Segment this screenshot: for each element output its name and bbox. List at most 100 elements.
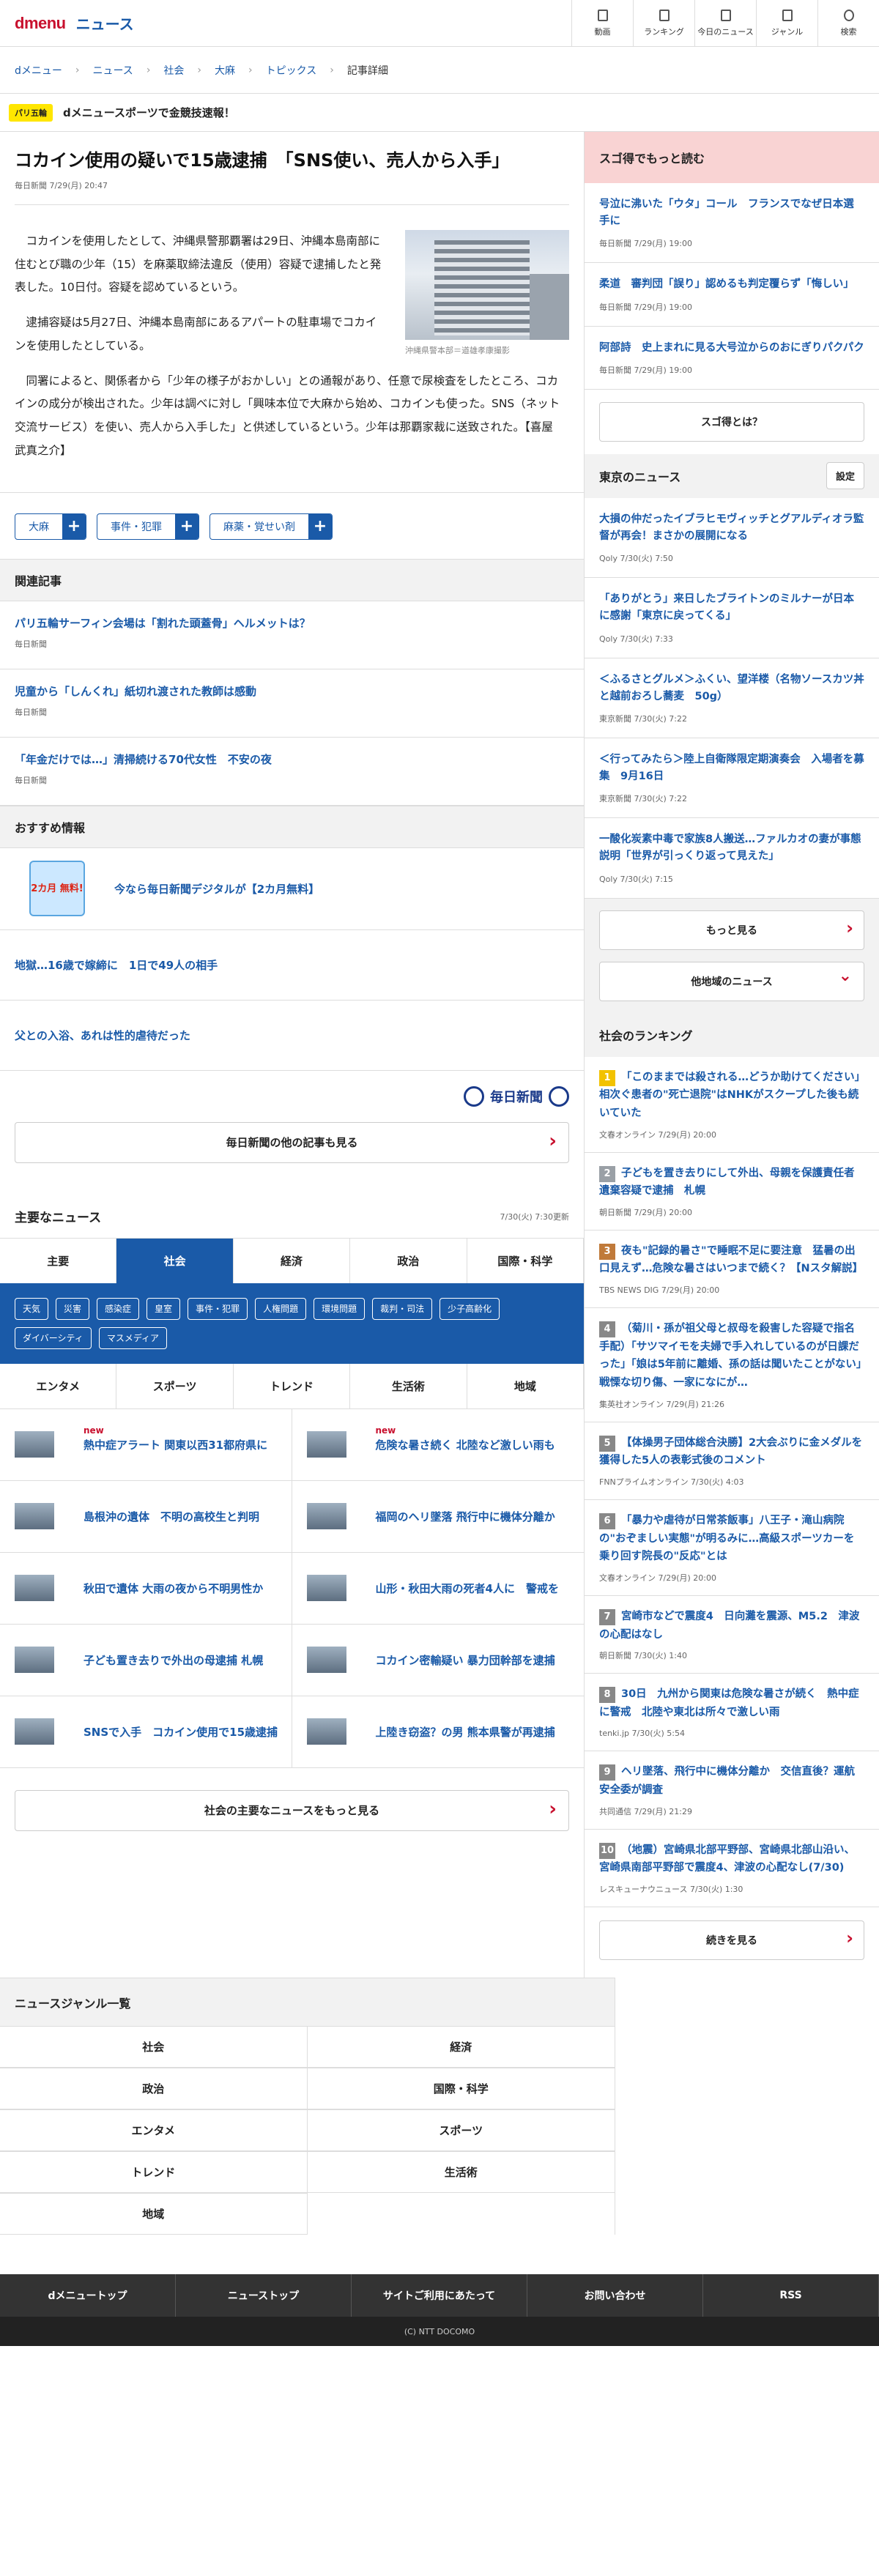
news-grid-item[interactable]: コカイン密輸疑い 暴力団幹部を逮捕 [292,1625,584,1696]
genre-item[interactable]: 生活術 [307,2151,615,2193]
recommend-link[interactable]: 今なら毎日新聞デジタルが【2カ月無料】 [114,881,319,897]
ranking-link[interactable]: （菊川・孫が祖父母と叔母を殺害した容疑で指名手配）「サツマイモを夫婦で手入れして… [599,1323,861,1389]
local-news-item[interactable]: 一酸化炭素中毒で家族8人搬送…ファルカオの妻が事態説明「世界が引っくり返って見え… [585,818,879,899]
news-grid-item[interactable]: new 危険な暑さ続く 北陸など激しい雨も [292,1409,584,1481]
news-grid-item[interactable]: 上陸き窃盗？の男 熊本県警が再逮捕 [292,1696,584,1768]
local-more-button[interactable]: もっと見る [599,910,864,950]
subtag[interactable]: 感染症 [97,1297,140,1320]
news-grid-item[interactable]: SNSで入手 コカイン使用で15歳逮捕 [0,1696,292,1768]
news-thumbnail[interactable] [15,1575,54,1602]
genre-item[interactable]: 社会 [0,2026,308,2068]
recommend-item[interactable]: 父との入浴、あれは性的虐待だった [0,1001,584,1071]
society-more-button[interactable]: 社会の主要なニュースをもっと見る [15,1789,569,1831]
nav-ranking[interactable]: ランキング [633,0,694,47]
sugotoku-link[interactable]: 柔道 審判団「誤り」認めるも判定覆らず「悔しい」 [599,278,854,290]
news-grid-item[interactable]: 島根沖の遺体 不明の高校生と判明 [0,1480,292,1553]
news-link[interactable]: 秋田で遺体 大雨の夜から不明男性か [84,1581,263,1596]
tab-region[interactable]: 地域 [467,1363,585,1408]
tab-politics[interactable]: 政治 [350,1238,467,1283]
related-item[interactable]: 「年金だけでは…」清掃続ける70代女性 不安の夜 毎日新聞 [0,738,584,806]
tab-intl[interactable]: 国際・科学 [467,1238,585,1283]
plus-icon[interactable]: + [62,513,86,539]
local-news-link[interactable]: ＜ふるさとグルメ＞ふくい、望洋楼（名物ソースカツ丼と越前おろし蕎麦 50g） [599,674,864,702]
subtag[interactable]: 少子高齢化 [440,1297,500,1320]
news-thumbnail[interactable] [306,1647,346,1674]
subtag[interactable]: 人権問題 [255,1297,307,1320]
tab-entame[interactable]: エンタメ [0,1363,117,1408]
news-thumbnail[interactable] [15,1431,54,1458]
news-grid-item[interactable]: new 熱中症アラート 関東以西31都府県に [0,1408,292,1481]
local-news-link[interactable]: ＜行ってみたら＞陸上自衛隊限定期演奏会 入場者を募集 9月16日 [599,754,864,782]
ranking-link[interactable]: 「このままでは殺される…どうか助けてください」相次ぐ患者の"死亡退院"はNHKが… [599,1072,860,1119]
nav-today[interactable]: 今日のニュース [694,0,756,47]
subtag[interactable]: 皇室 [146,1297,181,1320]
ranking-item[interactable]: 8 30日 九州から関東は危険な暑さが続く 熱中症に警戒 北陸や東北は所々で激しい… [585,1674,879,1752]
tab-main[interactable]: 主要 [0,1238,117,1283]
footer-link[interactable]: ニューストップ [176,2274,352,2317]
sugotoku-item[interactable]: 柔道 審判団「誤り」認めるも判定覆らず「悔しい」 毎日新聞 7/29(月) 19:… [585,263,879,327]
flash-text[interactable]: dメニュースポーツで金競技速報！ [63,105,235,120]
subtag[interactable]: 裁判・司法 [372,1297,433,1320]
subtag[interactable]: 災害 [56,1297,90,1320]
photo-image[interactable] [405,229,569,340]
news-link[interactable]: コカイン密輸疑い 暴力団幹部を逮捕 [376,1652,555,1668]
ranking-item[interactable]: 5 【体操男子団体総合決勝】2大会ぶりに金メダルを獲得した5人の表彰式後のコメント… [585,1422,879,1500]
news-thumbnail[interactable] [306,1718,346,1745]
nav-genre[interactable]: ジャンル [756,0,817,47]
local-setting-button[interactable]: 設定 [826,462,864,490]
ranking-link[interactable]: ヘリ墜落、飛行中に機体分離か 交信直後？運航安全委が調査 [599,1766,855,1796]
sugotoku-item[interactable]: 号泣に沸いた「ウタ」コール フランスでなぜ日本選手に 毎日新聞 7/29(月) 1… [585,183,879,264]
genre-item[interactable]: 国際・科学 [307,2068,615,2109]
plus-icon[interactable]: + [175,513,199,539]
news-thumbnail[interactable] [15,1718,54,1745]
dmenu-logo[interactable]: dmenu [15,14,66,33]
breadcrumb-dmenu[interactable]: dメニュー [15,63,62,78]
footer-link[interactable]: dメニュートップ [0,2274,176,2317]
local-news-item[interactable]: 「ありがとう」来日したブライトンのミルナーが日本に感謝「東京に戻ってくる」 Qol… [585,578,879,658]
news-link[interactable]: 島根沖の遺体 不明の高校生と判明 [84,1509,259,1524]
ranking-item[interactable]: 7 宮崎市などで震度4 日向灘を震源、M5.2 津波の心配はなし 朝日新聞 7/30… [585,1595,879,1674]
ranking-item[interactable]: 6 「暴力や虐待が日常茶飯事」八王子・滝山病院の"おぞましい実態"が明るみに…高級… [585,1499,879,1596]
genre-item[interactable]: 経済 [307,2026,615,2068]
tab-life[interactable]: 生活術 [350,1363,467,1408]
genre-item[interactable]: エンタメ [0,2109,308,2151]
local-news-link[interactable]: 「ありがとう」来日したブライトンのミルナーが日本に感謝「東京に戻ってくる」 [599,593,854,622]
breadcrumb-news[interactable]: ニュース [93,63,133,78]
news-link[interactable]: 福岡のヘリ墜落 飛行中に機体分離か [376,1509,555,1524]
subtag[interactable]: ダイバーシティ [15,1326,92,1349]
genre-item[interactable]: 地域 [0,2193,308,2235]
news-grid-item[interactable]: 子ども置き去りで外出の母逮捕 札幌 [0,1624,292,1696]
sugotoku-about-button[interactable]: スゴ得とは？ [599,401,864,442]
flash-banner[interactable]: パリ五輪 dメニュースポーツで金競技速報！ [0,94,879,132]
ranking-item[interactable]: 10 （地震）宮崎県北部平野部、宮崎県北部山沿い、宮崎県南部平野部で震度4、津波の… [585,1829,879,1907]
promo-banner[interactable]: 2カ月 無料! [29,861,85,917]
footer-link[interactable]: RSS [703,2274,879,2317]
tab-society[interactable]: 社会 [116,1238,234,1283]
tag-crime[interactable]: 事件・犯罪 + [97,513,199,540]
genre-item[interactable]: トレンド [0,2151,308,2193]
news-link[interactable]: 熱中症アラート 関東以西31都府県に [84,1437,267,1452]
tag-cannabis[interactable]: 大麻 + [15,513,86,540]
ranking-link[interactable]: （地震）宮崎県北部平野部、宮崎県北部山沿い、宮崎県南部平野部で震度4、津波の心配… [599,1844,855,1874]
ranking-link[interactable]: 子どもを置き去りにして外出、母親を保護責任者遺棄容疑で逮捕 札幌 [599,1168,855,1198]
subtag[interactable]: 事件・犯罪 [188,1297,248,1320]
local-news-link[interactable]: 一酸化炭素中毒で家族8人搬送…ファルカオの妻が事態説明「世界が引っくり返って見え… [599,834,861,862]
local-news-item[interactable]: ＜行ってみたら＞陸上自衛隊限定期演奏会 入場者を募集 9月16日 東京新聞 7/3… [585,738,879,819]
ranking-link[interactable]: 夜も"記録的暑さ"で睡眠不足に要注意 猛暑の出口見えず…危険な暑さはいつまで続く… [599,1245,863,1275]
local-news-item[interactable]: 大損の仲だったイブラヒモヴィッチとグアルディオラ監督が再会！まさかの展開になる Q… [585,498,879,579]
subtag[interactable]: 天気 [15,1297,49,1320]
recommend-item[interactable]: 2カ月 無料! 今なら毎日新聞デジタルが【2カ月無料】 [0,848,584,930]
tab-trend[interactable]: トレンド [234,1363,351,1408]
nav-video[interactable]: 動画 [571,0,633,47]
footer-link[interactable]: サイトご利用にあたって [352,2274,527,2317]
news-link[interactable]: SNSで入手 コカイン使用で15歳逮捕 [84,1724,278,1740]
plus-icon[interactable]: + [308,513,332,539]
ranking-link[interactable]: 30日 九州から関東は危険な暑さが続く 熱中症に警戒 北陸や東北は所々で激しい雨 [599,1688,859,1718]
subtag[interactable]: マスメディア [98,1326,167,1349]
local-news-item[interactable]: ＜ふるさとグルメ＞ふくい、望洋楼（名物ソースカツ丼と越前おろし蕎麦 50g） 東京… [585,658,879,738]
news-link[interactable]: 上陸き窃盗？の男 熊本県警が再逮捕 [376,1724,555,1740]
news-grid-item[interactable]: 秋田で遺体 大雨の夜から不明男性か [0,1552,292,1625]
ranking-link[interactable]: 宮崎市などで震度4 日向灘を震源、M5.2 津波の心配はなし [599,1611,859,1641]
news-grid-item[interactable]: 福岡のヘリ墜落 飛行中に機体分離か [292,1481,584,1553]
news-link[interactable]: 山形・秋田大雨の死者4人に 警戒を [376,1581,559,1596]
